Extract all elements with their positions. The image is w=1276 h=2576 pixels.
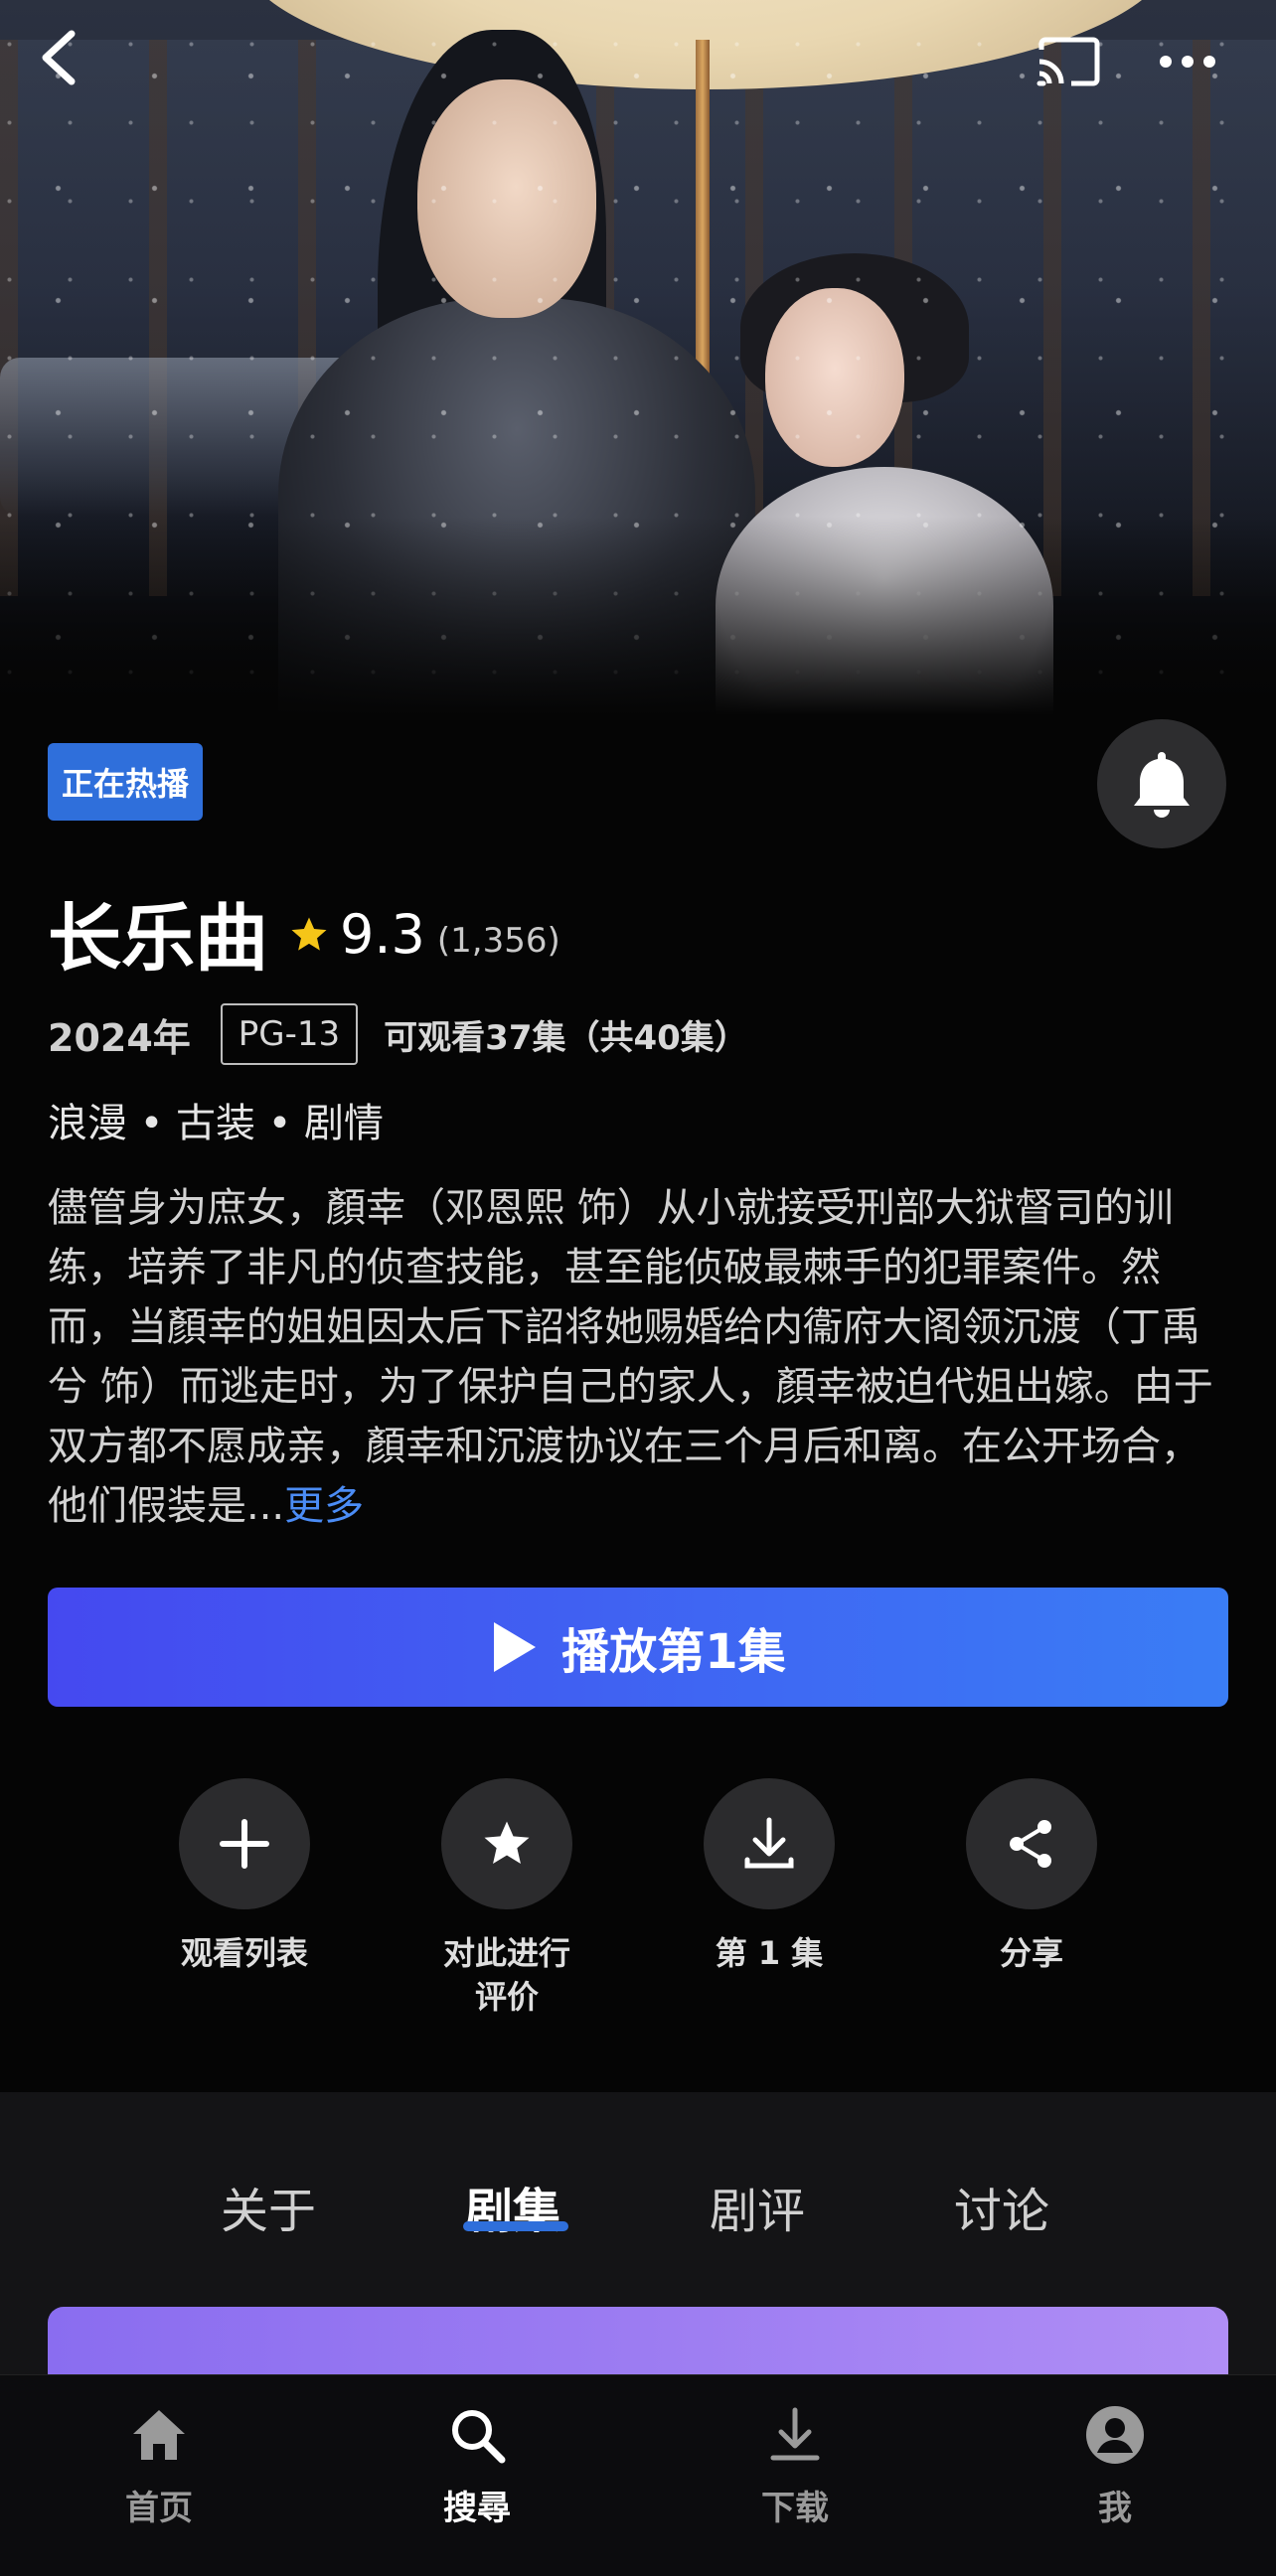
more-link[interactable]: 更多: [284, 1483, 364, 1529]
share-icon: [1010, 1820, 1051, 1868]
now-airing-badge: 正在热播: [48, 743, 204, 821]
profile-icon: [1086, 2406, 1144, 2464]
download-episode-button[interactable]: 第 1 集: [670, 1778, 869, 1975]
genres: 浪漫 • 古装 • 剧情: [48, 1101, 385, 1146]
cast-button[interactable]: [1034, 32, 1103, 91]
watchlist-circle: [179, 1778, 310, 1909]
download-circle: [704, 1778, 835, 1909]
watchlist-label: 观看列表: [180, 1934, 308, 1972]
bell-icon: [1134, 752, 1190, 818]
nav-home-label: 首页: [125, 2489, 193, 2528]
nav-search[interactable]: 搜尋: [378, 2395, 576, 2529]
share-circle: [966, 1778, 1097, 1909]
rate-button[interactable]: 对此进行 评价: [407, 1778, 606, 2019]
show-title: 长乐曲: [48, 895, 268, 982]
play-episode-button[interactable]: 播放第1集: [48, 1588, 1228, 1707]
rate-circle: [441, 1778, 572, 1909]
nav-profile[interactable]: 我: [1016, 2395, 1214, 2529]
search-icon: [452, 2410, 506, 2464]
meta-row: 2024年 PG-13 可观看37集（共40集）: [48, 1001, 748, 1067]
play-button-label: 播放第1集: [561, 1624, 786, 1680]
more-horizontal-icon: [1160, 56, 1215, 68]
nav-downloads[interactable]: 下载: [696, 2395, 894, 2529]
active-tab-indicator: [463, 2221, 568, 2231]
content-rating-badge: PG-13: [220, 1003, 359, 1065]
tab-about[interactable]: 关于: [221, 2172, 316, 2241]
download-icon: [744, 1817, 794, 1869]
share-button[interactable]: 分享: [932, 1778, 1131, 1975]
more-options-button[interactable]: [1153, 32, 1222, 91]
nav-downloads-label: 下载: [761, 2489, 829, 2528]
cast-icon: [1037, 37, 1100, 86]
nav-search-label: 搜尋: [443, 2489, 511, 2528]
download-icon: [770, 2407, 820, 2461]
back-button[interactable]: [30, 28, 89, 87]
download-label: 第 1 集: [715, 1934, 824, 1972]
action-row: 观看列表 对此进行 评价 第 1 集 分享: [0, 1778, 1276, 2016]
nav-profile-label: 我: [1098, 2489, 1132, 2528]
home-icon: [133, 2410, 185, 2460]
bottom-navigation: 首页 搜尋 下载 我: [0, 2374, 1276, 2576]
star-icon: [291, 917, 327, 951]
watchlist-button[interactable]: 观看列表: [145, 1778, 344, 1975]
star-icon: [484, 1821, 530, 1865]
tab-discussion[interactable]: 讨论: [954, 2172, 1049, 2241]
description-text: 儘管身为庶女，顏幸（邓恩熙 饰）从小就接受刑部大狱督司的训练，培养了非凡的侦查技…: [48, 1185, 1213, 1529]
release-year: 2024年: [48, 1015, 191, 1060]
rating-count: (1,356): [436, 921, 560, 961]
episodes-available: 可观看37集（共40集）: [384, 1017, 748, 1058]
nav-home[interactable]: 首页: [60, 2395, 258, 2529]
description: 儘管身为庶女，顏幸（邓恩熙 饰）从小就接受刑部大狱督司的训练，培养了非凡的侦查技…: [48, 1178, 1230, 1536]
rate-label: 对此进行 评价: [442, 1934, 570, 2016]
share-label: 分享: [999, 1934, 1063, 1972]
play-icon: [494, 1622, 537, 1672]
rating-score: 9.3: [340, 902, 425, 966]
poster-fade: [0, 517, 1276, 715]
hero-poster: [0, 0, 1276, 715]
tab-reviews[interactable]: 剧评: [710, 2172, 805, 2241]
title-row: 长乐曲 9.3 (1,356): [48, 882, 560, 982]
notify-button[interactable]: [1097, 719, 1226, 848]
plus-icon: [220, 1819, 269, 1869]
chevron-left-icon: [42, 30, 76, 85]
